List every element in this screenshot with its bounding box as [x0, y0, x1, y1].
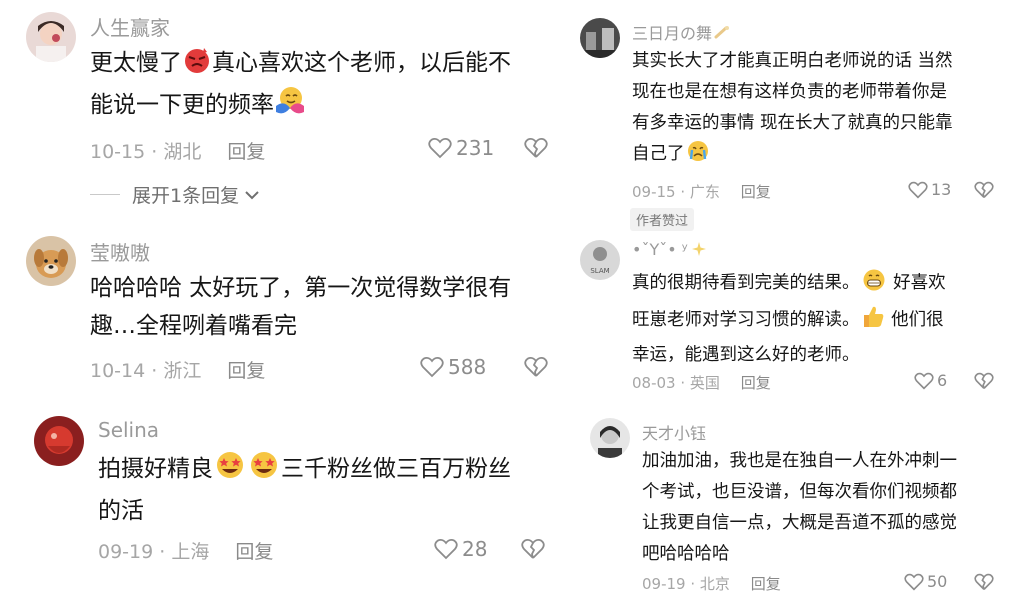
reply-button[interactable]: 回复	[227, 360, 265, 382]
comment-text: 真的很期待看到完美的结果。 好喜欢 旺崽老师对学习习惯的解读。 他们很 幸运，能…	[632, 268, 946, 371]
username[interactable]: 人生赢家	[90, 12, 170, 41]
heart-outline-icon	[428, 138, 452, 159]
comment-text: 加油加油，我也是在独自一人在外冲刺一 个考试，也巨没谱，但每次看你们视频都 让我…	[642, 451, 957, 564]
username[interactable]: 莹嗷嗷	[90, 237, 150, 266]
sparkle-decoration-icon	[714, 26, 730, 39]
comment-meta: 10-15 · 湖北 回复	[90, 137, 265, 164]
date-location: 08-03 · 英国	[632, 374, 720, 392]
comment-meta: 10-14 · 浙江 回复	[90, 356, 265, 383]
comment-meta: 09-19 · 上海 回复	[98, 537, 273, 564]
username[interactable]: 天才小钰	[642, 420, 706, 444]
like-button[interactable]: 28	[434, 537, 487, 561]
comment-text: 哈哈哈哈 太好玩了，第一次觉得数学很有 趣…全程咧着嘴看完	[90, 275, 512, 339]
date-location: 09-15 · 广东	[632, 183, 720, 201]
like-count: 231	[456, 136, 495, 160]
reply-button[interactable]: 回复	[227, 141, 265, 163]
reply-button[interactable]: 回复	[741, 183, 771, 201]
heart-outline-icon	[908, 181, 928, 199]
reply-button[interactable]: 回复	[741, 374, 771, 392]
comment-meta: 08-03 · 英国 回复	[632, 372, 771, 393]
date-location: 09-19 · 上海	[98, 541, 210, 563]
date-location: 10-14 · 浙江	[90, 360, 202, 382]
dislike-button[interactable]	[974, 573, 994, 595]
heart-outline-icon	[914, 372, 934, 390]
heart-outline-icon	[420, 357, 444, 378]
hugging-face-emoji-icon	[274, 86, 306, 128]
chevron-down-icon	[245, 190, 259, 199]
like-count: 50	[927, 572, 948, 591]
dislike-button[interactable]	[524, 356, 548, 382]
reply-button[interactable]: 回复	[235, 541, 273, 563]
author-liked-badge: 作者赞过	[630, 208, 695, 231]
angry-face-emoji-icon	[182, 46, 212, 86]
heart-outline-icon	[434, 539, 458, 560]
dislike-button[interactable]	[521, 538, 545, 564]
comment-text: 更太慢了 真心喜欢这个老师，以后能不 能说一下更的频率	[90, 44, 511, 128]
sparkle-decoration-icon	[691, 242, 706, 256]
date-location: 09-19 · 北京	[642, 575, 730, 593]
broken-heart-icon	[974, 573, 994, 590]
like-count: 13	[931, 180, 952, 199]
like-button[interactable]: 13	[908, 180, 951, 199]
date-location: 10-15 · 湖北	[90, 141, 202, 163]
dislike-button[interactable]	[974, 372, 994, 394]
divider	[90, 194, 120, 195]
crying-face-emoji-icon	[685, 139, 711, 174]
avatar[interactable]	[34, 416, 84, 466]
broken-heart-icon	[974, 181, 994, 198]
comment-text: 其实长大了才能真正明白老师说的话 当然 现在也是在想有这样负责的老师带着你是 有…	[632, 46, 953, 174]
username[interactable]: Selina	[98, 418, 159, 442]
reply-button[interactable]: 回复	[751, 575, 781, 593]
comment-meta: 09-15 · 广东 回复	[632, 181, 771, 202]
expand-replies-label: 展开1条回复	[132, 185, 240, 207]
like-button[interactable]: 50	[904, 572, 947, 591]
username[interactable]: 三日月の舞	[632, 20, 730, 44]
broken-heart-icon	[524, 357, 548, 377]
avatar[interactable]	[26, 12, 76, 62]
like-button[interactable]: 6	[914, 371, 947, 390]
like-button[interactable]: 231	[428, 136, 494, 160]
username[interactable]: •ˇYˇ• ʸ	[632, 240, 708, 259]
broken-heart-icon	[521, 539, 545, 559]
star-struck-emoji-icon	[213, 450, 247, 492]
like-count: 6	[937, 371, 948, 390]
dislike-button[interactable]	[974, 181, 994, 203]
heart-outline-icon	[904, 573, 924, 591]
like-button[interactable]: 588	[420, 355, 486, 379]
avatar[interactable]	[590, 418, 630, 458]
broken-heart-icon	[974, 372, 994, 389]
expand-replies-button[interactable]: 展开1条回复	[90, 181, 261, 208]
avatar-text: SLAM	[590, 267, 609, 275]
avatar[interactable]: SLAM	[580, 240, 620, 280]
comment-meta: 09-19 · 北京 回复	[642, 573, 781, 594]
star-struck-emoji-icon	[247, 450, 281, 492]
dislike-button[interactable]	[524, 137, 548, 163]
thumbs-up-emoji-icon	[860, 303, 886, 340]
avatar[interactable]	[580, 18, 620, 58]
like-count: 588	[448, 355, 487, 379]
broken-heart-icon	[524, 138, 548, 158]
grinning-face-emoji-icon	[860, 268, 888, 303]
avatar[interactable]	[26, 236, 76, 286]
like-count: 28	[462, 537, 488, 561]
comment-text: 拍摄好精良 三千粉丝做三百万粉丝 的活	[98, 450, 511, 530]
